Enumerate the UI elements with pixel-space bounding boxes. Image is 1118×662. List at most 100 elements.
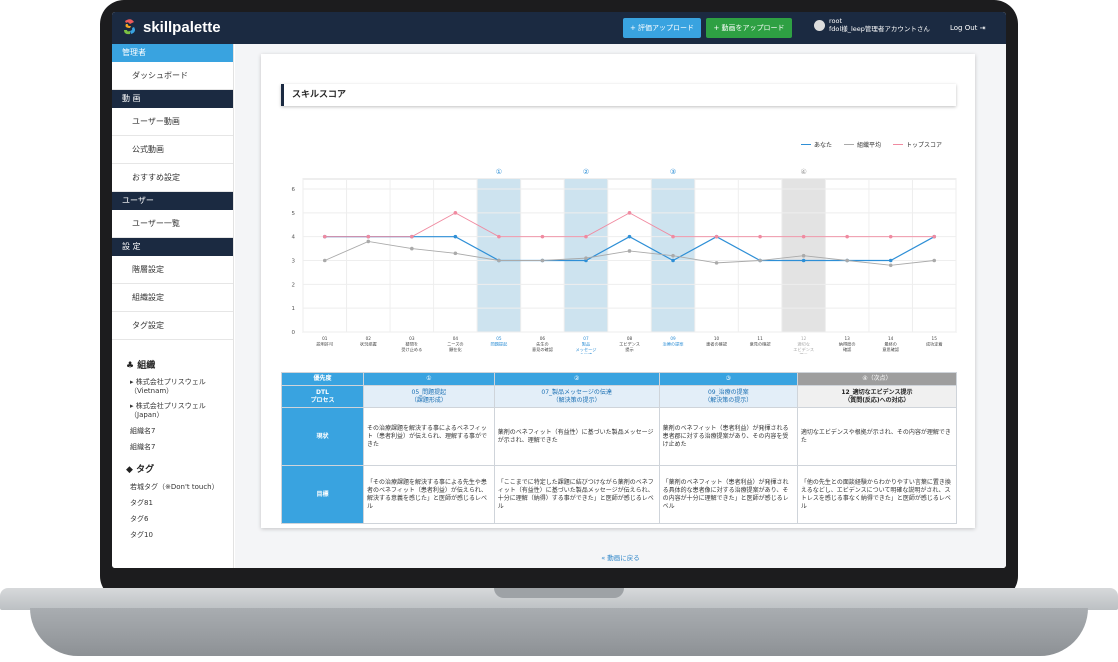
- data-point: [801, 253, 806, 258]
- logo-icon: [122, 18, 138, 36]
- x-tick-label: 提示: [799, 352, 807, 355]
- upload-video-button[interactable]: + 動画をアップロード: [706, 18, 792, 38]
- x-tick-label: 受け止める: [401, 346, 422, 353]
- back-to-video-link[interactable]: « 動画に戻る: [235, 552, 1006, 562]
- y-tick-label: 6: [292, 187, 296, 193]
- sidebar-section-admin[interactable]: 管理者: [112, 44, 233, 62]
- data-point: [540, 258, 545, 263]
- user-menu[interactable]: root fdol様_leep管理者アカウントさん: [814, 17, 930, 33]
- data-point: [932, 258, 937, 263]
- org-icon: ♣: [126, 361, 135, 371]
- data-point: [627, 249, 632, 253]
- tag-item[interactable]: タグ6: [112, 514, 233, 524]
- chart-legend: あなた 組織平均 トップスコア: [801, 140, 942, 149]
- y-tick-label: 2: [292, 282, 296, 288]
- x-tick-label: 意思確認: [882, 346, 900, 353]
- y-tick-label: 5: [292, 211, 296, 217]
- x-tick-label: 14: [888, 336, 894, 341]
- y-tick-label: 3: [292, 259, 296, 265]
- data-point: [801, 234, 806, 239]
- main-content: スキルスコア あなた 組織平均 トップスコア ① ② ③ ④ 0 1 2 3 4 5 6 01 説明許可…: [235, 44, 1006, 568]
- data-point: [366, 239, 371, 244]
- x-tick-label: 07: [583, 336, 589, 341]
- user-account: fdol様_leep管理者アカウントさん: [829, 25, 930, 33]
- x-tick-label: 06: [540, 336, 546, 341]
- data-point: [453, 251, 458, 256]
- data-point: [410, 246, 414, 251]
- tag-item[interactable]: タグ10: [112, 530, 233, 540]
- legend-top: トップスコア: [893, 140, 942, 149]
- data-point: [540, 234, 545, 239]
- section-title: スキルスコア: [281, 84, 956, 106]
- org-name-item[interactable]: 組織名7: [112, 426, 233, 436]
- y-tick-label: 4: [292, 235, 296, 241]
- current-cell: 薬剤のベネフィット（有益性）に基づいた製品メッセージが示され、理解できた: [493, 407, 660, 466]
- table-header-priority: 優先度: [281, 372, 364, 386]
- data-point: [671, 234, 675, 239]
- highlight-label: ④: [800, 168, 806, 176]
- priority-header: ④（次点）: [796, 372, 958, 386]
- tag-item[interactable]: タグ81: [112, 498, 233, 508]
- highlight-label: ①: [496, 168, 502, 176]
- upload-evaluation-button[interactable]: + 評価アップロード: [623, 18, 701, 38]
- x-tick-label: 11: [757, 336, 763, 341]
- org-item[interactable]: ▸ 株式会社プリスウェル（Vietnam）: [112, 378, 233, 396]
- x-tick-label: 確認: [843, 346, 852, 353]
- data-point: [627, 211, 632, 215]
- data-point: [453, 211, 458, 215]
- y-tick-label: 1: [292, 306, 296, 312]
- screen: skillpalette + 評価アップロード + 動画をアップロード root…: [112, 12, 1006, 568]
- goal-cell: 「他の先生との面談経験からわかりやすい言葉に置き換えるなどし、エビデンスについて…: [796, 465, 958, 524]
- x-tick-label: 意見の確認: [532, 346, 554, 353]
- org-name-item[interactable]: 組織名7: [112, 442, 233, 452]
- goal-cell: 「薬剤のベネフィット（患者利益）が発揮される具体的な患者像に対する治療提案があり…: [658, 465, 798, 524]
- sidebar-item-hierarchy[interactable]: 階層設定: [112, 256, 233, 284]
- x-tick-label: 03: [409, 336, 415, 341]
- data-point: [497, 234, 501, 239]
- x-tick-label: 10: [714, 336, 720, 341]
- data-point: [410, 234, 414, 239]
- current-cell: 適切なエビデンスや根拠が示され、その内容が理解できた: [796, 407, 958, 466]
- org-item[interactable]: ▸ 株式会社プリスウェル（Japan）: [112, 402, 233, 420]
- data-point: [845, 258, 849, 263]
- data-point: [888, 263, 893, 268]
- series-line: [324, 212, 935, 238]
- sidebar-item-org-settings[interactable]: 組織設定: [112, 284, 233, 312]
- data-point: [888, 258, 893, 263]
- data-point: [671, 253, 675, 258]
- x-tick-label: 意見の確認: [750, 341, 772, 348]
- data-point: [584, 234, 588, 239]
- current-cell: その治療課題を解決する事によるベネフィット（患者利益）が伝えられ、理解する事がで…: [363, 407, 495, 466]
- x-tick-label: 成功定着: [926, 341, 943, 348]
- highlight-band: [477, 179, 521, 332]
- sidebar-item-dashboard[interactable]: ダッシュボード: [112, 62, 233, 90]
- process-cell: 05_問題提起 （課題形成）: [363, 385, 495, 408]
- sidebar: 管理者 ダッシュボード 動 画 ユーザー動画 公式動画 おすすめ設定 ユーザー …: [112, 44, 234, 568]
- x-tick-label: 説明許可: [316, 341, 333, 348]
- avatar: [814, 19, 825, 31]
- data-point: [366, 234, 371, 239]
- sidebar-item-official-video[interactable]: 公式動画: [112, 136, 233, 164]
- sidebar-item-user-list[interactable]: ユーザー一覧: [112, 210, 233, 238]
- logout-link[interactable]: Log Out ⇥: [950, 24, 986, 32]
- sidebar-item-user-video[interactable]: ユーザー動画: [112, 108, 233, 136]
- org-heading: ♣ 組織: [126, 361, 156, 371]
- series-line: [324, 235, 935, 262]
- data-point: [845, 234, 849, 239]
- x-tick-label: 12: [801, 336, 807, 341]
- goal-cell: 「その治療課題を解決する事による先生や患者のベネフィット（患者利益）が伝えられ、…: [363, 465, 495, 524]
- plot-frame: [302, 178, 957, 333]
- sidebar-item-tag-settings[interactable]: タグ設定: [112, 312, 233, 340]
- x-tick-label: 01: [322, 336, 328, 341]
- data-point: [453, 234, 458, 239]
- logo[interactable]: skillpalette: [122, 18, 221, 36]
- data-point: [714, 234, 719, 239]
- data-point: [584, 256, 588, 260]
- sidebar-item-recommend[interactable]: おすすめ設定: [112, 164, 233, 192]
- table-header-current: 現状: [281, 407, 364, 466]
- priority-header: ①: [363, 372, 495, 386]
- tag-item[interactable]: 若城タグ（※Don't touch）: [112, 482, 233, 492]
- logout-icon: ⇥: [979, 24, 986, 32]
- x-tick-label: 患者の確認: [706, 341, 728, 348]
- tag-icon: ◆: [126, 465, 133, 475]
